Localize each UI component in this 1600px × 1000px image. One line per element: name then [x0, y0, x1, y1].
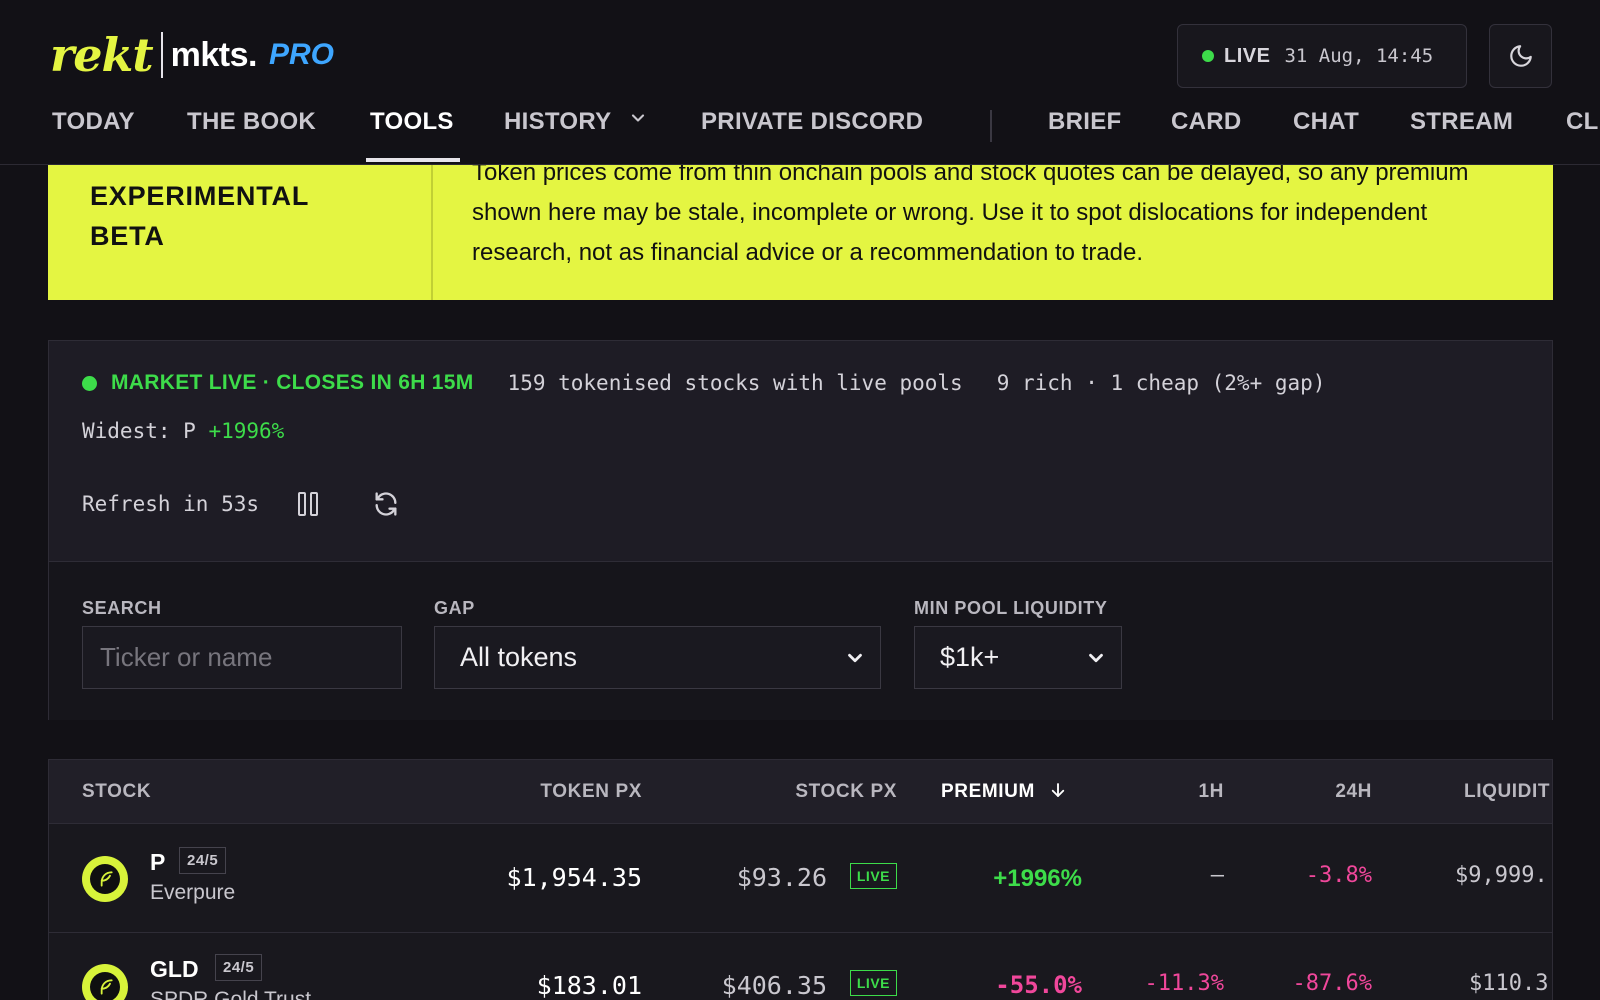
filters-bar: SEARCH GAP All tokens MIN POOL LIQUIDITY… [49, 562, 1552, 720]
nav-tools[interactable]: TOOLS [370, 108, 454, 136]
widest-gap: Widest: P +1996% [82, 419, 284, 443]
col-1h[interactable]: 1H [1199, 781, 1225, 803]
stock-live-badge: LIVE [849, 863, 897, 889]
row-token-px: $1,954.35 [506, 863, 642, 892]
refresh-button[interactable] [371, 489, 401, 519]
nav-the-book[interactable]: THE BOOK [187, 108, 316, 136]
nav-active-underline [366, 158, 460, 162]
row-premium: -55.0% [995, 971, 1082, 999]
row-liquidity: $110.3 [1469, 971, 1549, 996]
row-token-px: $183.01 [536, 971, 642, 1000]
row-stock-name: SPDR Gold Trust [150, 988, 312, 1000]
col-premium[interactable]: PREMIUM [941, 781, 1067, 803]
chevron-down-icon [1089, 653, 1103, 662]
logo-main: mkts. [170, 35, 258, 74]
live-dot-icon [1202, 50, 1214, 62]
col-stock[interactable]: STOCK [82, 781, 151, 803]
row-stock-px: $93.26 [736, 863, 827, 892]
trading-hours-badge: 24/5 [215, 954, 263, 981]
row-1h: -11.3% [1144, 971, 1224, 996]
nav-private-discord[interactable]: PRIVATE DISCORD [701, 108, 923, 136]
table-header: STOCK TOKEN PX STOCK PX PREMIUM 1H 24H L… [49, 760, 1552, 824]
gap-label: GAP [434, 598, 475, 618]
beta-divider [431, 165, 433, 300]
chevron-down-icon [848, 653, 862, 662]
token-avatar [82, 856, 128, 902]
nav-cl-truncated[interactable]: CL [1566, 108, 1599, 136]
widest-value: +1996% [208, 419, 285, 443]
pause-icon [298, 492, 319, 516]
search-field[interactable] [82, 626, 402, 689]
chevron-down-icon [631, 114, 645, 122]
feather-icon [90, 864, 120, 894]
row-stock-name: Everpure [150, 881, 236, 904]
nav-history-label: HISTORY [504, 108, 612, 135]
rich-cheap-count: 9 rich · 1 cheap (2%+ gap) [996, 371, 1326, 395]
feather-icon [90, 972, 120, 1000]
nav-card[interactable]: CARD [1171, 108, 1242, 136]
nav-stream[interactable]: STREAM [1410, 108, 1513, 136]
row-24h: -3.8% [1305, 863, 1372, 888]
logo[interactable]: rekt mkts. PRO [50, 30, 334, 80]
pause-button[interactable] [293, 489, 323, 519]
moon-icon [1509, 45, 1532, 67]
col-stock-px[interactable]: STOCK PX [795, 781, 897, 803]
beta-label: EXPERIMENTAL BETA [90, 181, 309, 251]
refresh-row: Refresh in 53s [82, 489, 401, 519]
nav-today[interactable]: TODAY [52, 108, 135, 136]
row-ticker: GLD [150, 956, 199, 982]
nav-divider [990, 110, 992, 142]
row-stock-px: $406.35 [721, 971, 827, 1000]
live-time: 31 Aug, 14:45 [1284, 45, 1434, 67]
row-1h: – [1210, 863, 1224, 888]
row-premium: +1996% [993, 865, 1082, 892]
theme-toggle-button[interactable] [1489, 24, 1552, 88]
row-liquidity: $9,999. [1455, 863, 1548, 888]
col-24h[interactable]: 24H [1335, 781, 1372, 803]
live-label: LIVE [1224, 44, 1271, 67]
status-row: MARKET LIVE · CLOSES IN 6H 15M 159 token… [82, 371, 1325, 395]
table-row[interactable]: P 24/5 Everpure $1,954.35 $93.26 LIVE +1… [49, 825, 1552, 933]
liquidity-select[interactable]: $1k+ [914, 626, 1122, 689]
stock-live-badge: LIVE [849, 970, 897, 996]
logo-pro: PRO [268, 38, 334, 71]
stocks-count: 159 tokenised stocks with live pools [507, 371, 963, 395]
beta-disclaimer: Token prices come from thin onchain pool… [472, 159, 1469, 266]
main-nav: TODAY THE BOOK TOOLS HISTORY PRIVATE DIS… [0, 100, 1600, 164]
widest-label: Widest: P [82, 419, 196, 443]
table-row[interactable]: GLD 24/5 SPDR Gold Trust $183.01 $406.35… [49, 934, 1552, 1000]
col-premium-label: PREMIUM [941, 781, 1035, 802]
row-ticker: P [150, 849, 166, 875]
arrow-down-icon [1051, 783, 1064, 797]
gap-select[interactable]: All tokens [434, 626, 881, 689]
nav-chat[interactable]: CHAT [1293, 108, 1359, 136]
col-token-px[interactable]: TOKEN PX [540, 781, 642, 803]
gap-select-value: All tokens [460, 642, 578, 672]
search-label: SEARCH [82, 598, 162, 618]
summary-panel: MARKET LIVE · CLOSES IN 6H 15M 159 token… [48, 340, 1553, 720]
logo-separator [160, 32, 163, 78]
nav-history[interactable]: HISTORY [504, 108, 648, 136]
search-input[interactable] [83, 627, 401, 688]
token-avatar [82, 964, 128, 1000]
logo-script: rekt [50, 28, 154, 82]
refresh-countdown: Refresh in 53s [82, 492, 260, 516]
nav-brief[interactable]: BRIEF [1048, 108, 1122, 136]
trading-hours-badge: 24/5 [179, 847, 227, 874]
top-header: rekt mkts. PRO LIVE 31 Aug, 14:45 TODAY … [0, 0, 1600, 165]
col-liquidity[interactable]: LIQUIDIT [1464, 781, 1550, 803]
live-status-pill: LIVE 31 Aug, 14:45 [1177, 24, 1467, 88]
liquidity-label: MIN POOL LIQUIDITY [914, 598, 1108, 618]
row-24h: -87.6% [1292, 971, 1372, 996]
premium-table: STOCK TOKEN PX STOCK PX PREMIUM 1H 24H L… [48, 759, 1553, 1000]
liquidity-select-value: $1k+ [940, 642, 1000, 672]
market-live-dot-icon [82, 375, 97, 391]
refresh-icon [375, 492, 397, 516]
market-status: MARKET LIVE · CLOSES IN 6H 15M [111, 371, 474, 394]
